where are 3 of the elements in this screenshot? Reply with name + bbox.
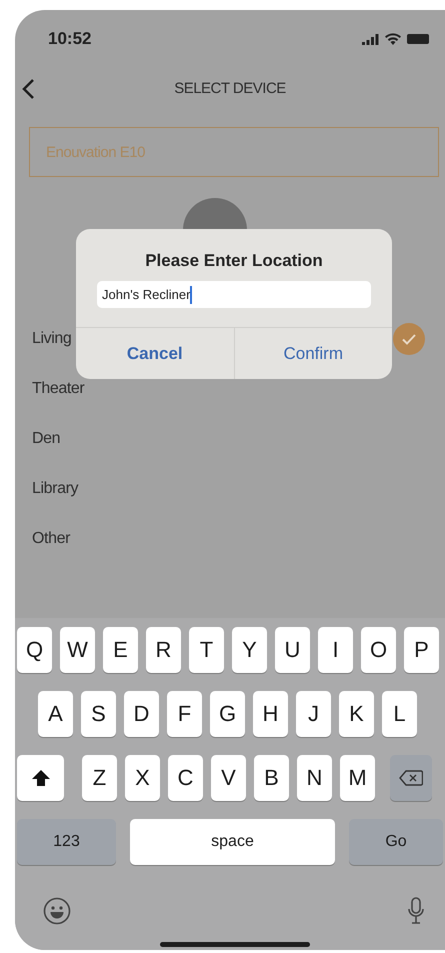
dialog-title: Please Enter Location (145, 251, 323, 271)
page-title: SELECT DEVICE (174, 80, 286, 96)
status-time: 10:52 (48, 29, 92, 49)
